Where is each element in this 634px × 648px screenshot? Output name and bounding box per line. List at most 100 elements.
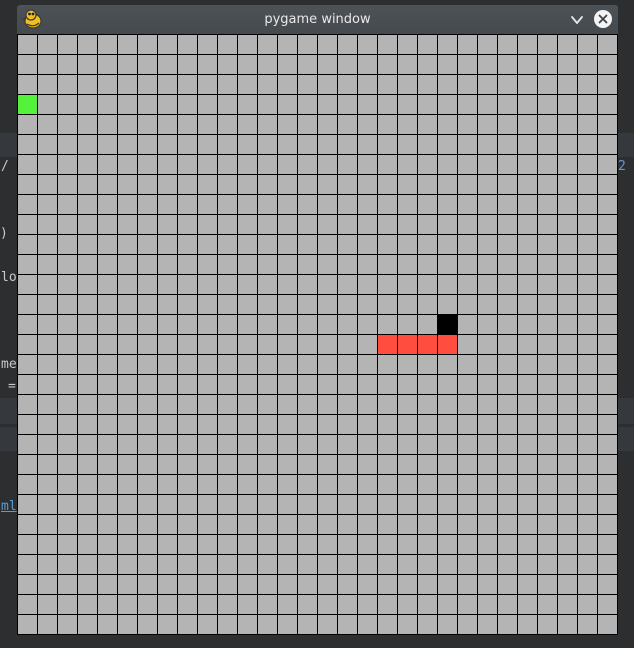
grid-cell xyxy=(218,355,237,374)
grid-cell xyxy=(218,35,237,54)
grid-cell xyxy=(418,195,437,214)
grid-cell xyxy=(78,115,97,134)
grid-cell xyxy=(158,515,177,534)
grid-cell xyxy=(238,335,257,354)
grid-cell xyxy=(378,355,397,374)
grid-cell xyxy=(518,495,537,514)
grid-cell xyxy=(498,475,517,494)
grid-cell xyxy=(478,515,497,534)
grid-cell xyxy=(418,575,437,594)
grid-cell xyxy=(518,215,537,234)
grid-cell xyxy=(378,455,397,474)
grid-cell xyxy=(158,455,177,474)
grid-cell xyxy=(518,595,537,614)
grid-cell xyxy=(178,275,197,294)
grid-cell xyxy=(438,495,457,514)
grid-cell xyxy=(138,535,157,554)
pygame-snake-icon xyxy=(22,8,44,30)
grid-cell xyxy=(118,95,137,114)
grid-cell xyxy=(378,435,397,454)
grid-cell xyxy=(498,255,517,274)
grid-cell xyxy=(278,175,297,194)
grid-cell xyxy=(358,235,377,254)
grid-cell xyxy=(118,375,137,394)
grid-cell xyxy=(358,275,377,294)
grid-cell xyxy=(258,395,277,414)
close-x-icon[interactable] xyxy=(593,9,613,29)
grid-cell xyxy=(358,535,377,554)
window-titlebar[interactable]: pygame window xyxy=(17,5,618,34)
grid-cell xyxy=(578,175,597,194)
grid-cell xyxy=(438,255,457,274)
grid-cell xyxy=(498,275,517,294)
grid-cell xyxy=(18,175,37,194)
grid-cell xyxy=(78,295,97,314)
grid-cell xyxy=(138,75,157,94)
grid-cell xyxy=(158,415,177,434)
grid-cell xyxy=(398,355,417,374)
grid-cell xyxy=(118,535,137,554)
grid-cell xyxy=(298,495,317,514)
grid-cell xyxy=(298,55,317,74)
grid-cell xyxy=(218,195,237,214)
grid-cell xyxy=(38,55,57,74)
grid-cell xyxy=(78,275,97,294)
grid-cell xyxy=(558,175,577,194)
grid-cell xyxy=(278,335,297,354)
grid-cell xyxy=(518,415,537,434)
grid-cell xyxy=(198,395,217,414)
grid-cell xyxy=(278,475,297,494)
grid-cell xyxy=(558,475,577,494)
grid-cell xyxy=(518,535,537,554)
grid-cell xyxy=(398,275,417,294)
grid-cell xyxy=(158,475,177,494)
grid-cell xyxy=(418,495,437,514)
grid-cell xyxy=(178,295,197,314)
grid-cell xyxy=(158,35,177,54)
grid-cell xyxy=(238,435,257,454)
grid-cell xyxy=(538,335,557,354)
grid-cell xyxy=(18,415,37,434)
grid-cell xyxy=(538,575,557,594)
grid-cell xyxy=(378,275,397,294)
grid-cell xyxy=(498,55,517,74)
game-board[interactable] xyxy=(17,34,618,635)
grid-cell xyxy=(238,535,257,554)
grid-cell xyxy=(398,555,417,574)
grid-cell xyxy=(538,55,557,74)
grid-cell xyxy=(338,495,357,514)
grid-cell xyxy=(538,515,557,534)
grid-cell xyxy=(58,455,77,474)
grid-cell xyxy=(298,395,317,414)
grid-cell xyxy=(358,115,377,134)
grid-cell xyxy=(598,595,617,614)
grid-cell xyxy=(258,335,277,354)
grid-cell xyxy=(378,475,397,494)
minimize-chevron-icon[interactable] xyxy=(567,10,587,30)
grid-cell xyxy=(418,175,437,194)
grid-cell xyxy=(258,235,277,254)
grid-cell xyxy=(578,255,597,274)
grid-cell xyxy=(318,115,337,134)
grid-cell xyxy=(398,455,417,474)
grid-cell xyxy=(598,435,617,454)
grid-cell xyxy=(478,395,497,414)
grid-cell xyxy=(558,535,577,554)
grid-cell xyxy=(358,375,377,394)
grid-cell xyxy=(18,275,37,294)
grid-cell xyxy=(438,355,457,374)
grid-cell xyxy=(558,195,577,214)
grid-cell xyxy=(558,135,577,154)
snake-body-segment xyxy=(378,335,397,354)
grid-cell xyxy=(338,195,357,214)
grid-cell xyxy=(338,335,357,354)
grid-cell xyxy=(258,495,277,514)
grid-cell xyxy=(438,35,457,54)
grid-cell xyxy=(298,595,317,614)
grid-cell xyxy=(78,455,97,474)
grid-cell xyxy=(118,395,137,414)
grid-cell xyxy=(198,455,217,474)
grid-cell xyxy=(578,495,597,514)
grid-cell xyxy=(418,275,437,294)
grid-cell xyxy=(258,475,277,494)
